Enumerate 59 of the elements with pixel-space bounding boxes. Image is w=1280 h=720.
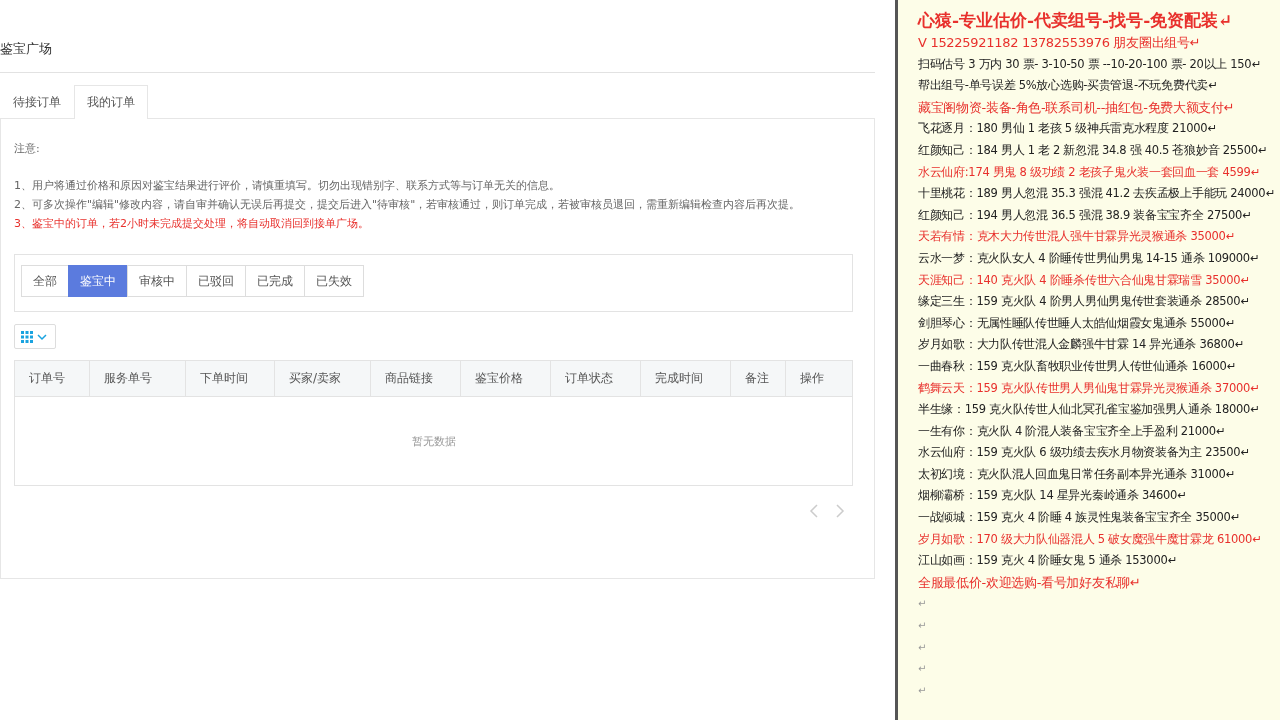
column-header: 备注 xyxy=(731,361,786,396)
document-line: 天若有情：克木大力传世混人强牛甘霖异光灵猴通杀 35000↵ xyxy=(918,228,1236,246)
document-line: 红颜知己：184 男人 1 老 2 新忽混 34.8 强 40.5 苍狼妙音 25500↵ xyxy=(918,141,1269,159)
notice-text: 1、用户将通过价格和原因对鉴宝结果进行评价，请慎重填写。切勿出现错别字、联系方式等与订单无关的信息。 xyxy=(14,178,561,194)
column-header: 商品链接 xyxy=(371,361,461,396)
document-line: 剑胆琴心：无属性睡队传世睡人太皓仙烟霞女鬼通杀 55000↵ xyxy=(918,314,1236,332)
column-header: 订单状态 xyxy=(551,361,641,396)
empty-message: 暂无数据 xyxy=(411,433,456,449)
column-header: 操作 xyxy=(799,370,825,387)
filter-button[interactable]: 已失效 xyxy=(304,265,364,297)
document-line: 藏宝阁物资-装备-角色-联系司机--抽红包-免费大额支付↵ xyxy=(918,98,1236,117)
notice-text: 2、可多次操作"编辑"修改内容，请自审并确认无误后再提交，提交后进入"待审核"，若审核通过，则订单完成，若被审核员退回，需重新编辑检查内容后再次提。 xyxy=(14,197,802,213)
document-line: 水云仙府：159 克火队 6 级功绩去疾水月物资装备为主 23500↵ xyxy=(918,444,1251,462)
grid-icon xyxy=(21,330,47,343)
document-line: 扫码估号 3 万内 30 票- 3-10-50 票 --10-20-100 票- 20以上 150↵ xyxy=(918,55,1262,73)
document-line: 太初幻境：克火队混人回血鬼日常任务副本异光通杀 31000↵ xyxy=(918,465,1236,483)
document-line: ↵ xyxy=(918,640,927,655)
column-header: 鉴宝价格 xyxy=(461,361,551,396)
document-line: 半生缘：159 克火队传世人仙北冥孔雀宝鉴加强男人通杀 18000↵ xyxy=(918,401,1261,419)
filter-button[interactable]: 已完成 xyxy=(245,265,305,297)
page-title: 鉴宝广场 xyxy=(0,30,875,73)
document-line: 飞花逐月：180 男仙 1 老孩 5 级神兵雷克水程度 21000↵ xyxy=(918,120,1218,138)
columns-dropdown-button[interactable] xyxy=(14,324,56,349)
document-line: 一战倾城：159 克火 4 阶睡 4 族灵性鬼装备宝宝齐全 35000↵ xyxy=(918,509,1241,527)
document-line: ↵ xyxy=(918,662,927,677)
document-line: 帮出组号-单号误差 5%放心选购-买贵管退-不玩免费代卖↵ xyxy=(918,77,1219,95)
document-line: ↵ xyxy=(918,619,927,634)
column-header: 服务单号 xyxy=(90,361,186,396)
column-header: 完成时间 xyxy=(641,361,731,396)
document-line: 岁月如歌：170 级大力队仙器混人 5 破女魔强牛魔甘霖龙 61000↵ xyxy=(918,530,1263,548)
document-line: 江山如画：159 克火 4 阶睡女鬼 5 通杀 153000↵ xyxy=(918,552,1178,570)
document-line: V 15225921182 13782553976 朋友圈出组号↵ xyxy=(918,34,1202,52)
column-header: 买家/卖家 xyxy=(275,361,371,396)
document-line: 全服最低价-欢迎选购-看号加好友私聊↵ xyxy=(918,573,1142,592)
filter-button[interactable]: 审核中 xyxy=(127,265,187,297)
document-line: ↵ xyxy=(918,597,927,612)
filter-button[interactable]: 已驳回 xyxy=(186,265,246,297)
notice-text: 3、鉴宝中的订单，若2小时未完成提交处理，将自动取消回到接单广场。 xyxy=(14,216,370,232)
document-line: 烟柳灞桥：159 克火队 14 星异光秦岭通杀 34600↵ xyxy=(918,487,1188,505)
next-page-icon[interactable] xyxy=(835,504,845,518)
document-line: 岁月如歌：大力队传世混人金麟强牛甘霖 14 异光通杀 36800↵ xyxy=(918,336,1245,354)
document-line: ↵ xyxy=(918,683,927,698)
column-header: 订单号 xyxy=(15,361,90,396)
document-title: 心猿-专业估价-代卖组号-找号-免资配装↵ xyxy=(918,9,1234,32)
document-line: 水云仙府:174 男鬼 8 级功绩 2 老孩子鬼火装一套回血一套 4599↵ xyxy=(918,163,1261,181)
filter-button[interactable]: 鉴宝中 xyxy=(68,265,128,297)
notice-heading: 注意: xyxy=(14,141,41,156)
filter-button[interactable]: 全部 xyxy=(21,265,69,297)
document-line: 一生有你：克火队 4 阶混人装备宝宝齐全上手盈利 21000↵ xyxy=(918,422,1227,440)
tab[interactable]: 我的订单 xyxy=(74,85,148,119)
column-header: 下单时间 xyxy=(186,361,275,396)
document-line: 云水一梦：克火队女人 4 阶睡传世男仙男鬼 14-15 通杀 109000↵ xyxy=(918,249,1261,267)
document-line: 红颜知己：194 男人忽混 36.5 强混 38.9 装备宝宝齐全 27500↵ xyxy=(918,206,1253,224)
document-line: 缘定三生：159 克火队 4 阶男人男仙男鬼传世套装通杀 28500↵ xyxy=(918,293,1251,311)
document-line: 一曲春秋：159 克火队畜牧职业传世男人传世仙通杀 16000↵ xyxy=(918,357,1237,375)
document-line: 十里桃花：189 男人忽混 35.3 强混 41.2 去疾孟极上手能玩 24000↵ xyxy=(918,185,1276,203)
document-line: 天涯知己：140 克火队 4 阶睡杀传世六合仙鬼甘霖瑞雪 35000↵ xyxy=(918,271,1251,289)
document-line: 鹤舞云天：159 克火队传世男人男仙鬼甘霖异光灵猴通杀 37000↵ xyxy=(918,379,1261,397)
previous-page-icon[interactable] xyxy=(809,504,819,518)
